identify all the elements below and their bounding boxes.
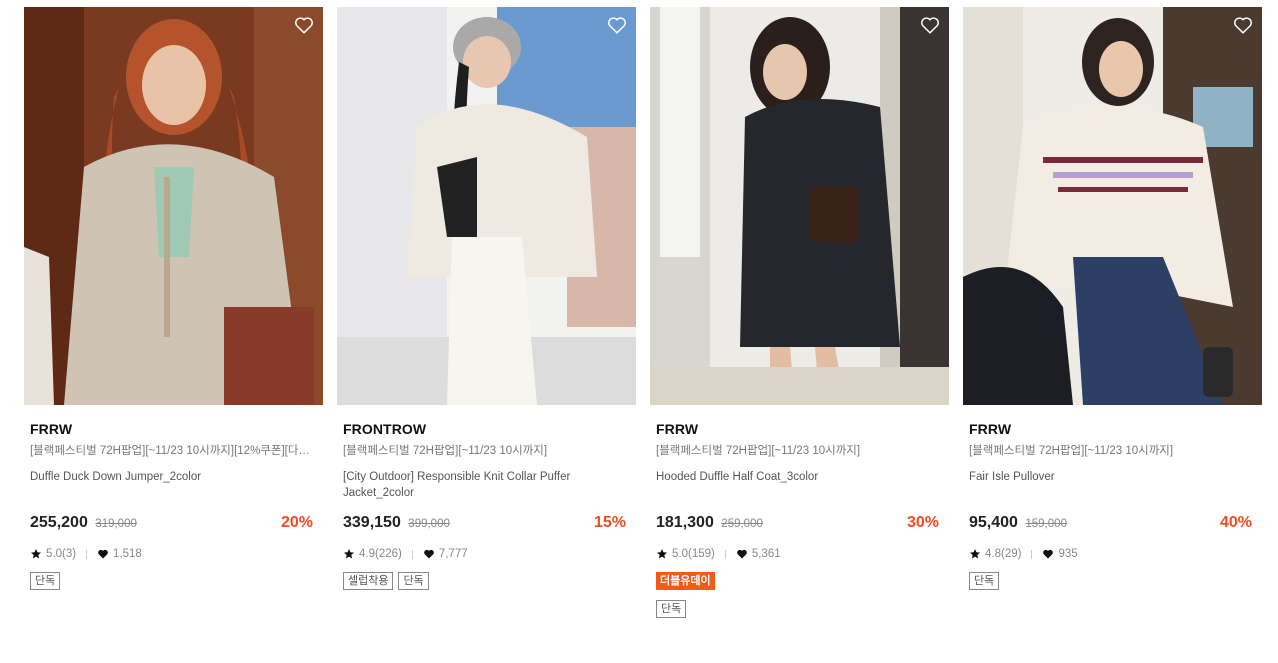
product-name[interactable]: Hooded Duffle Half Coat_3color (656, 469, 943, 503)
sale-price: 339,150 (343, 514, 401, 531)
divider (724, 549, 726, 559)
exclusive-badge: 단독 (656, 600, 687, 618)
promo-text: [블랙페스티벌 72H팝업][~11/23 10시까지] (656, 445, 861, 457)
star-icon (656, 548, 668, 560)
wishlist-heart-icon[interactable] (606, 14, 628, 36)
product-card[interactable]: FRRW [블랙페스티벌 72H팝업][~11/23 10시까지] Fair I… (963, 7, 1262, 590)
star-icon (30, 548, 42, 560)
star-icon (343, 548, 355, 560)
heart-icon (97, 548, 109, 560)
product-card[interactable]: FRRW [블랙페스티벌 72H팝업][~11/23 10시까지] Hooded… (650, 7, 949, 618)
discount-rate: 20% (280, 514, 313, 531)
product-image[interactable] (24, 7, 323, 405)
promo-text: [블랙페스티벌 72H팝업][~11/23 10시까지] (969, 445, 1174, 457)
event-badge: 더블유데이 (656, 572, 715, 590)
exclusive-badge: 단독 (398, 572, 429, 590)
product-photo (650, 7, 949, 405)
original-price: 319,000 (95, 518, 137, 530)
product-name[interactable]: Duffle Duck Down Jumper_2color (30, 469, 317, 503)
review-meta: 5.0(3) 1,518 (30, 546, 317, 562)
wishlist-heart-icon[interactable] (1232, 14, 1254, 36)
wishlist-heart-icon[interactable] (919, 14, 941, 36)
review-meta: 4.8(29) 935 (969, 546, 1256, 562)
original-price: 259,000 (721, 518, 763, 530)
likes-count: 1,518 (113, 548, 142, 560)
product-name[interactable]: Fair Isle Pullover (969, 469, 1256, 503)
discount-rate: 40% (1219, 514, 1252, 531)
divider (86, 549, 88, 559)
badge-list: 셀럽착용 단독 (343, 572, 630, 590)
promo-text: [블랙페스티벌 72H팝업][~11/23 10시까지][12%쿠폰][다샤,.… (30, 445, 317, 457)
badge-list: 더블유데이 단독 (656, 572, 943, 618)
sale-price: 95,400 (969, 514, 1018, 531)
exclusive-badge: 단독 (30, 572, 61, 590)
product-image[interactable] (337, 7, 636, 405)
heart-icon (736, 548, 748, 560)
original-price: 399,000 (408, 518, 450, 530)
exclusive-badge: 단독 (969, 572, 1000, 590)
brand-name[interactable]: FRRW (30, 421, 317, 439)
product-card[interactable]: FRONTROW [블랙페스티벌 72H팝업][~11/23 10시까지] [C… (337, 7, 636, 590)
star-icon (969, 548, 981, 560)
rating-text: 4.8(29) (985, 548, 1022, 560)
likes-count: 7,777 (438, 548, 468, 560)
celeb-badge: 셀럽착용 (343, 572, 394, 590)
original-price: 159,000 (1025, 518, 1067, 530)
product-photo (337, 7, 636, 405)
price-row: 95,400 159,000 40% (969, 514, 1256, 536)
price-row: 339,150 399,000 15% (343, 514, 630, 536)
product-photo (963, 7, 1262, 405)
badge-list: 단독 (969, 572, 1256, 590)
price-row: 255,200 319,000 20% (30, 514, 317, 536)
product-image[interactable] (650, 7, 949, 405)
product-grid: FRRW [블랙페스티벌 72H팝업][~11/23 10시까지][12%쿠폰]… (0, 0, 1278, 663)
discount-rate: 30% (906, 514, 939, 531)
badge-list: 단독 (30, 572, 317, 590)
brand-name[interactable]: FRRW (656, 421, 943, 439)
rating-text: 4.9(226) (359, 548, 402, 560)
review-meta: 4.9(226) 7,777 (343, 546, 630, 562)
sale-price: 255,200 (30, 514, 88, 531)
likes-count: 5,361 (751, 548, 781, 560)
product-image[interactable] (963, 7, 1262, 405)
brand-name[interactable]: FRONTROW (343, 421, 630, 439)
divider (1031, 549, 1033, 559)
review-meta: 5.0(159) 5,361 (656, 546, 943, 562)
likes-count: 935 (1058, 548, 1078, 560)
heart-icon (1042, 548, 1054, 560)
rating-text: 5.0(159) (672, 548, 715, 560)
divider (411, 549, 413, 559)
product-name[interactable]: [City Outdoor] Responsible Knit Collar P… (343, 469, 630, 503)
rating-text: 5.0(3) (46, 548, 77, 560)
product-photo (24, 7, 323, 405)
heart-icon (423, 548, 435, 560)
price-row: 181,300 259,000 30% (656, 514, 943, 536)
discount-rate: 15% (593, 514, 626, 531)
brand-name[interactable]: FRRW (969, 421, 1256, 439)
promo-text: [블랙페스티벌 72H팝업][~11/23 10시까지] (343, 445, 548, 457)
wishlist-heart-icon[interactable] (293, 14, 315, 36)
product-card[interactable]: FRRW [블랙페스티벌 72H팝업][~11/23 10시까지][12%쿠폰]… (24, 7, 323, 590)
sale-price: 181,300 (656, 514, 714, 531)
